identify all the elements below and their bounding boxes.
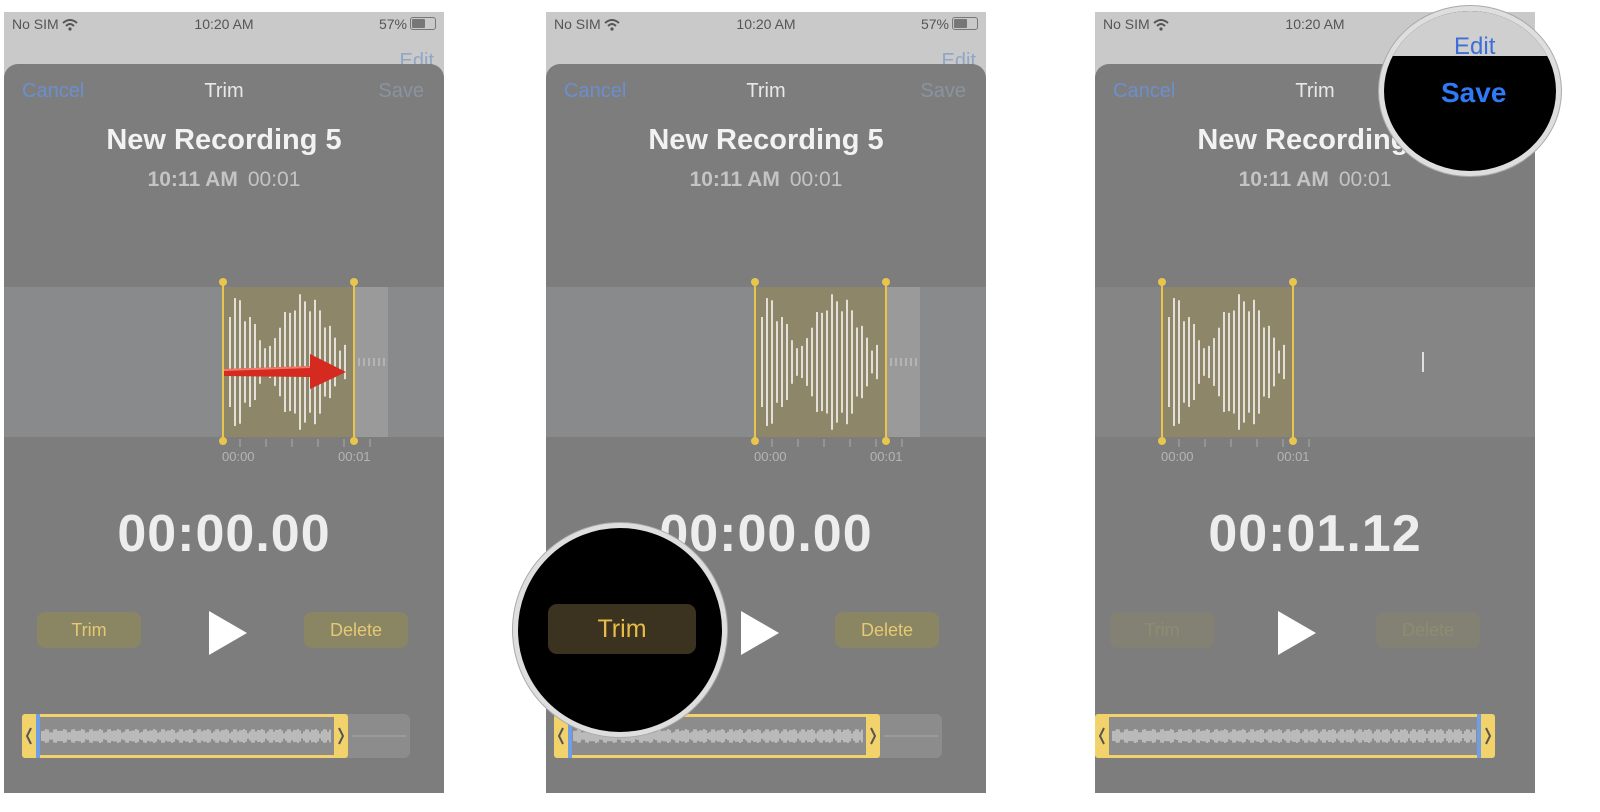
save-button-magnifier: Edit Save	[1379, 6, 1561, 176]
status-bar: No SIM 10:20 AM 57%	[546, 12, 986, 36]
recording-meta: 10:11 AM 00:01	[546, 168, 986, 192]
handle-dot	[882, 278, 890, 286]
handle-dot	[882, 437, 890, 445]
recording-duration: 00:01	[247, 168, 301, 191]
handle-dot	[1289, 278, 1297, 286]
playhead[interactable]	[1477, 714, 1481, 758]
battery-icon	[410, 17, 436, 30]
timeline-end-label: 00:01	[1277, 449, 1310, 464]
battery-percent: 57%	[920, 16, 949, 32]
edit-button-zoomed: Edit	[1454, 33, 1496, 60]
timeline-start-label: 00:00	[754, 449, 787, 464]
handle-dot	[1289, 437, 1297, 445]
handle-dot	[350, 278, 358, 286]
recording-meta: 10:11 AM 00:01	[4, 168, 444, 192]
playback-timer: 00:00.00	[117, 505, 331, 563]
handle-dot	[219, 437, 227, 445]
timeline-end-label: 00:01	[870, 449, 903, 464]
save-button-zoomed[interactable]: Save	[1441, 77, 1506, 109]
play-icon[interactable]	[739, 609, 781, 657]
handle-dot	[219, 278, 227, 286]
handle-dot	[1158, 278, 1166, 286]
delete-button[interactable]: Delete	[1376, 612, 1480, 648]
trim-button[interactable]: Trim	[37, 612, 141, 648]
status-bar: No SIM 10:20 AM 57%	[4, 12, 444, 36]
waveform-editor[interactable]	[1095, 274, 1535, 454]
trim-sheet: Cancel Trim Save New Recording 5 10:11 A…	[4, 64, 444, 793]
recording-time: 10:11 AM	[1238, 168, 1329, 191]
playhead[interactable]	[36, 714, 40, 758]
waveform-editor[interactable]	[4, 274, 444, 454]
handle-dot	[751, 278, 759, 286]
handle-dot	[1158, 437, 1166, 445]
handle-dot	[350, 437, 358, 445]
timeline-end-label: 00:01	[338, 449, 371, 464]
waveform-editor[interactable]	[546, 274, 986, 454]
save-button[interactable]: Save	[378, 80, 424, 103]
play-icon[interactable]	[1276, 609, 1318, 657]
overview-scrubber[interactable]	[1095, 714, 1495, 758]
recording-duration: 00:01	[1338, 168, 1392, 191]
battery-percent: 57%	[378, 16, 407, 32]
recording-title: New Recording 5	[648, 124, 884, 156]
trim-button[interactable]: Trim	[1110, 612, 1214, 648]
screen-step-1: No SIM 10:20 AM 57% Edit Cancel Trim Sav…	[4, 12, 444, 793]
trim-selection	[222, 287, 354, 437]
trim-button-magnifier: Trim	[513, 523, 727, 737]
delete-button[interactable]: Delete	[835, 612, 939, 648]
trim-selection	[1161, 287, 1293, 437]
play-icon[interactable]	[207, 609, 249, 657]
handle-dot	[751, 437, 759, 445]
battery-icon	[952, 17, 978, 30]
timeline-start-label: 00:00	[222, 449, 255, 464]
trim-selection	[754, 287, 886, 437]
recording-time: 10:11 AM	[147, 168, 238, 191]
overview-selection-inner	[36, 717, 334, 755]
delete-button[interactable]: Delete	[304, 612, 408, 648]
recording-time: 10:11 AM	[689, 168, 780, 191]
trim-button-zoomed[interactable]: Trim	[548, 604, 696, 654]
playback-timer: 00:01.12	[1208, 505, 1422, 563]
recording-duration: 00:01	[789, 168, 843, 191]
recording-title: New Recording 5	[106, 124, 342, 156]
save-button[interactable]: Save	[920, 80, 966, 103]
overview-scrubber[interactable]	[22, 714, 410, 758]
timeline-start-label: 00:00	[1161, 449, 1194, 464]
